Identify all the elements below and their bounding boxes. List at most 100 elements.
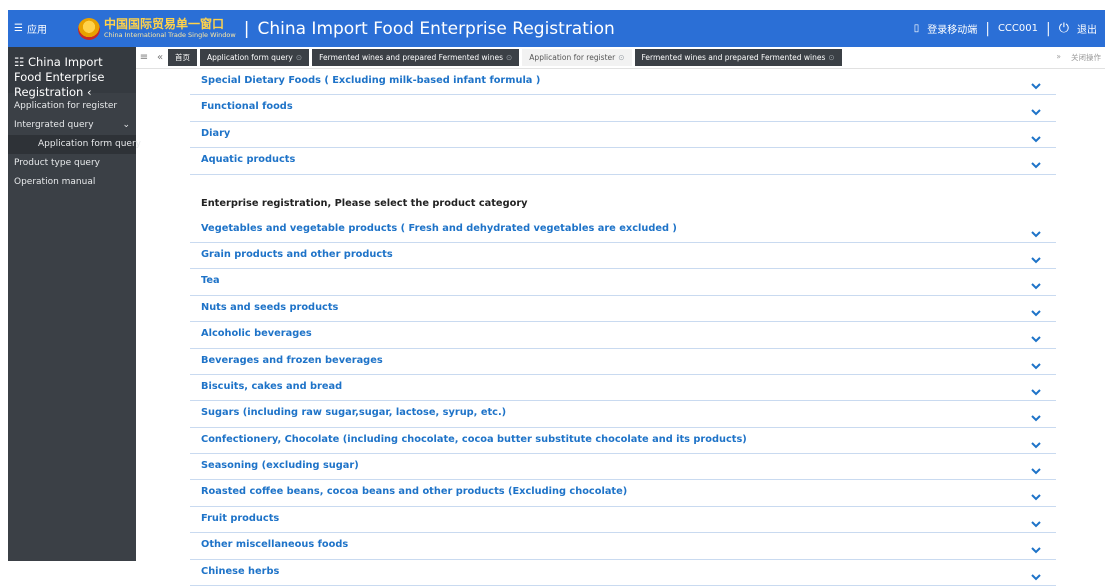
top-category-list: Special Dietary Foods ( Excluding milk-b…: [190, 69, 1056, 175]
category-label[interactable]: Functional foods: [201, 101, 293, 112]
category-label[interactable]: Roasted coffee beans, cocoa beans and ot…: [201, 486, 627, 497]
category-row[interactable]: Functional foods: [190, 95, 1056, 122]
close-operations-button[interactable]: 关闭操作: [1071, 52, 1101, 63]
tab-home[interactable]: 首页: [168, 49, 197, 66]
category-row[interactable]: Beverages and frozen beverages: [190, 349, 1056, 375]
menu-toggle-icon[interactable]: ≡: [136, 52, 152, 63]
category-row[interactable]: Chinese herbs: [190, 560, 1056, 586]
category-label[interactable]: Alcoholic beverages: [201, 328, 312, 339]
category-row[interactable]: Grain products and other products: [190, 243, 1056, 270]
category-row[interactable]: Tea: [190, 269, 1056, 296]
category-label[interactable]: Tea: [201, 275, 220, 286]
app-menu-button[interactable]: ☰ 应用: [8, 21, 78, 36]
category-label[interactable]: Chinese herbs: [201, 566, 279, 577]
category-label[interactable]: Other miscellaneous foods: [201, 539, 348, 550]
list-icon: ☷: [14, 55, 28, 69]
sidebar-item-application-form-query[interactable]: Application form query: [8, 135, 141, 154]
tab-fermented-wines[interactable]: Fermented wines and prepared Fermented w…: [312, 49, 520, 66]
logo-en: China International Trade Single Window: [104, 31, 236, 40]
chevron-down-icon[interactable]: [1030, 307, 1042, 319]
chevron-down-icon[interactable]: [1030, 412, 1042, 424]
chevron-down-icon[interactable]: [1030, 386, 1042, 398]
close-icon[interactable]: ⊙: [618, 53, 624, 62]
page-title: China Import Food Enterprise Registratio…: [257, 18, 615, 39]
category-row[interactable]: Fruit products: [190, 507, 1056, 534]
chevron-down-icon[interactable]: [1030, 360, 1042, 372]
tab-label: Application form query: [207, 53, 293, 62]
power-icon[interactable]: ⏻: [1059, 21, 1069, 36]
tab-fermented-wines-2[interactable]: Fermented wines and prepared Fermented w…: [634, 49, 842, 66]
scroll-right-icon[interactable]: »: [1056, 52, 1061, 63]
tab-application-for-register[interactable]: Application for register ⊙: [522, 49, 632, 66]
logout-link[interactable]: 退出: [1077, 21, 1097, 36]
chevron-down-icon[interactable]: [1030, 518, 1042, 530]
logo: 中国国际贸易单一窗口 China International Trade Sin…: [78, 17, 236, 40]
category-row[interactable]: Vegetables and vegetable products ( Fres…: [190, 217, 1056, 243]
sidebar-item-integrated-query[interactable]: Intergrated query ⌄: [8, 116, 136, 135]
chevron-down-icon[interactable]: [1030, 133, 1042, 145]
category-row[interactable]: Diary: [190, 122, 1056, 149]
chevron-down-icon[interactable]: [1030, 159, 1042, 171]
category-label[interactable]: Diary: [201, 128, 230, 139]
chevron-down-icon[interactable]: [1030, 491, 1042, 503]
app-menu-label: 应用: [26, 25, 47, 36]
sidebar-item-application-for-register[interactable]: Application for register: [8, 97, 136, 116]
category-label[interactable]: Beverages and frozen beverages: [201, 355, 383, 366]
category-label[interactable]: Biscuits, cakes and bread: [201, 381, 342, 392]
category-row[interactable]: Special Dietary Foods ( Excluding milk-b…: [190, 69, 1056, 96]
tab-label: Fermented wines and prepared Fermented w…: [641, 53, 826, 62]
category-label[interactable]: Fruit products: [201, 513, 279, 524]
chevron-down-icon[interactable]: [1030, 254, 1042, 266]
category-label[interactable]: Special Dietary Foods ( Excluding milk-b…: [201, 75, 540, 86]
sidebar-item-product-type-query[interactable]: Product type query: [8, 154, 136, 173]
chevron-down-icon[interactable]: [1030, 465, 1042, 477]
category-label[interactable]: Confectionery, Chocolate (including choc…: [201, 434, 747, 445]
category-label[interactable]: Grain products and other products: [201, 249, 393, 260]
category-row[interactable]: Biscuits, cakes and bread: [190, 375, 1056, 402]
category-label[interactable]: Nuts and seeds products: [201, 302, 338, 313]
tab-label: Application for register: [529, 53, 616, 62]
sidebar-item-operation-manual[interactable]: Operation manual: [8, 173, 136, 192]
category-label[interactable]: Aquatic products: [201, 154, 295, 165]
logo-cn: 中国国际贸易单一窗口: [104, 17, 225, 32]
chevron-down-icon[interactable]: [1030, 80, 1042, 92]
sidebar-item-label: Intergrated query: [14, 120, 94, 130]
sidebar-header[interactable]: ☷ China Import Food Enterprise Registrat…: [8, 47, 136, 99]
chevron-down-icon[interactable]: [1030, 106, 1042, 118]
close-icon[interactable]: ⊙: [828, 53, 834, 62]
category-row[interactable]: Roasted coffee beans, cocoa beans and ot…: [190, 480, 1056, 507]
category-row[interactable]: Other miscellaneous foods: [190, 533, 1056, 560]
section-title: Enterprise registration, Please select t…: [201, 197, 528, 209]
category-row[interactable]: Alcoholic beverages: [190, 322, 1056, 349]
chevron-down-icon[interactable]: [1030, 333, 1042, 345]
chevron-down-icon[interactable]: [1030, 439, 1042, 451]
mobile-icon[interactable]: ▯: [914, 23, 920, 34]
user-name[interactable]: CCC001: [998, 23, 1038, 34]
tab-label: Fermented wines and prepared Fermented w…: [319, 53, 503, 62]
category-list: Vegetables and vegetable products ( Fres…: [190, 217, 1056, 586]
chevron-down-icon[interactable]: [1030, 544, 1042, 556]
title-divider: |: [243, 18, 250, 39]
category-row[interactable]: Confectionery, Chocolate (including choc…: [190, 428, 1056, 455]
tab-application-form-query[interactable]: Application form query ⊙: [200, 49, 310, 66]
category-row[interactable]: Seasoning (excluding sugar): [190, 454, 1056, 481]
mobile-login-link[interactable]: 登录移动端: [927, 21, 977, 36]
close-icon[interactable]: ⊙: [296, 53, 302, 62]
hamburger-icon: ☰: [14, 23, 23, 34]
category-row[interactable]: Nuts and seeds products: [190, 296, 1056, 323]
main-content: Special Dietary Foods ( Excluding milk-b…: [190, 69, 1056, 586]
divider: |: [1045, 20, 1051, 37]
category-label[interactable]: Vegetables and vegetable products ( Fres…: [201, 223, 677, 234]
chevron-down-icon[interactable]: [1030, 571, 1042, 583]
category-label[interactable]: Sugars (including raw sugar,sugar, lacto…: [201, 407, 506, 418]
category-row[interactable]: Aquatic products: [190, 148, 1056, 175]
category-label[interactable]: Seasoning (excluding sugar): [201, 460, 359, 471]
divider: |: [985, 20, 990, 37]
chevron-down-icon[interactable]: [1030, 280, 1042, 292]
scroll-left-icon[interactable]: «: [152, 52, 168, 63]
tab-bar: ≡ « 首页 Application form query ⊙ Fermented…: [136, 47, 1105, 69]
category-row[interactable]: Sugars (including raw sugar,sugar, lacto…: [190, 401, 1056, 428]
close-icon[interactable]: ⊙: [506, 53, 512, 62]
top-header: ☰ 应用 中国国际贸易单一窗口 China International Trad…: [8, 10, 1105, 47]
chevron-down-icon[interactable]: [1030, 228, 1042, 240]
